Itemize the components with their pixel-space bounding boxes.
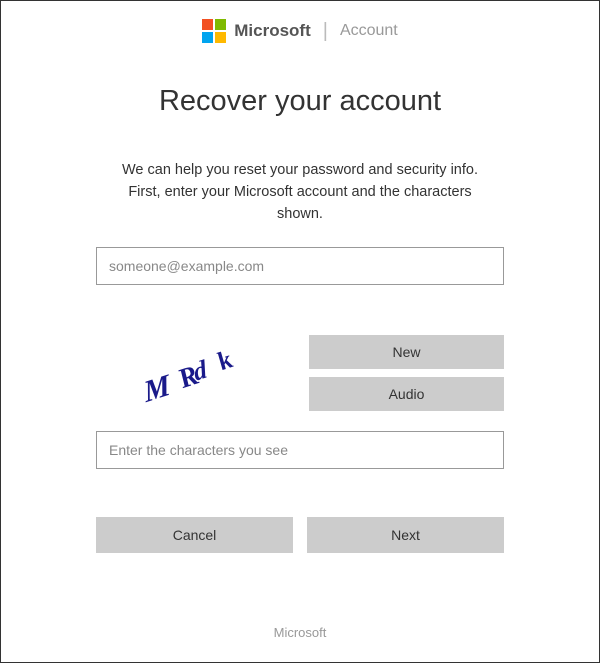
next-button[interactable]: Next bbox=[307, 517, 504, 553]
action-row: Cancel Next bbox=[96, 517, 504, 553]
captcha-audio-button[interactable]: Audio bbox=[309, 377, 504, 411]
captcha-input[interactable] bbox=[96, 431, 504, 469]
main-content: Recover your account We can help you res… bbox=[1, 85, 599, 553]
footer-text: Microsoft bbox=[1, 625, 599, 640]
brand-divider: | bbox=[323, 20, 328, 43]
header: Microsoft | Account bbox=[1, 1, 599, 55]
svg-text:k: k bbox=[212, 346, 237, 376]
brand-section: Account bbox=[340, 22, 398, 40]
captcha-controls: New Audio bbox=[309, 335, 504, 411]
instructions-text: We can help you reset your password and … bbox=[96, 160, 504, 225]
captcha-row: M R d k New Audio bbox=[96, 333, 504, 413]
captcha-image: M R d k bbox=[96, 333, 291, 413]
microsoft-logo-icon bbox=[202, 19, 226, 43]
captcha-new-button[interactable]: New bbox=[309, 335, 504, 369]
page-title: Recover your account bbox=[96, 85, 504, 118]
svg-text:M: M bbox=[140, 367, 173, 408]
email-field[interactable] bbox=[96, 247, 504, 285]
brand-name: Microsoft bbox=[234, 21, 311, 41]
cancel-button[interactable]: Cancel bbox=[96, 517, 293, 553]
